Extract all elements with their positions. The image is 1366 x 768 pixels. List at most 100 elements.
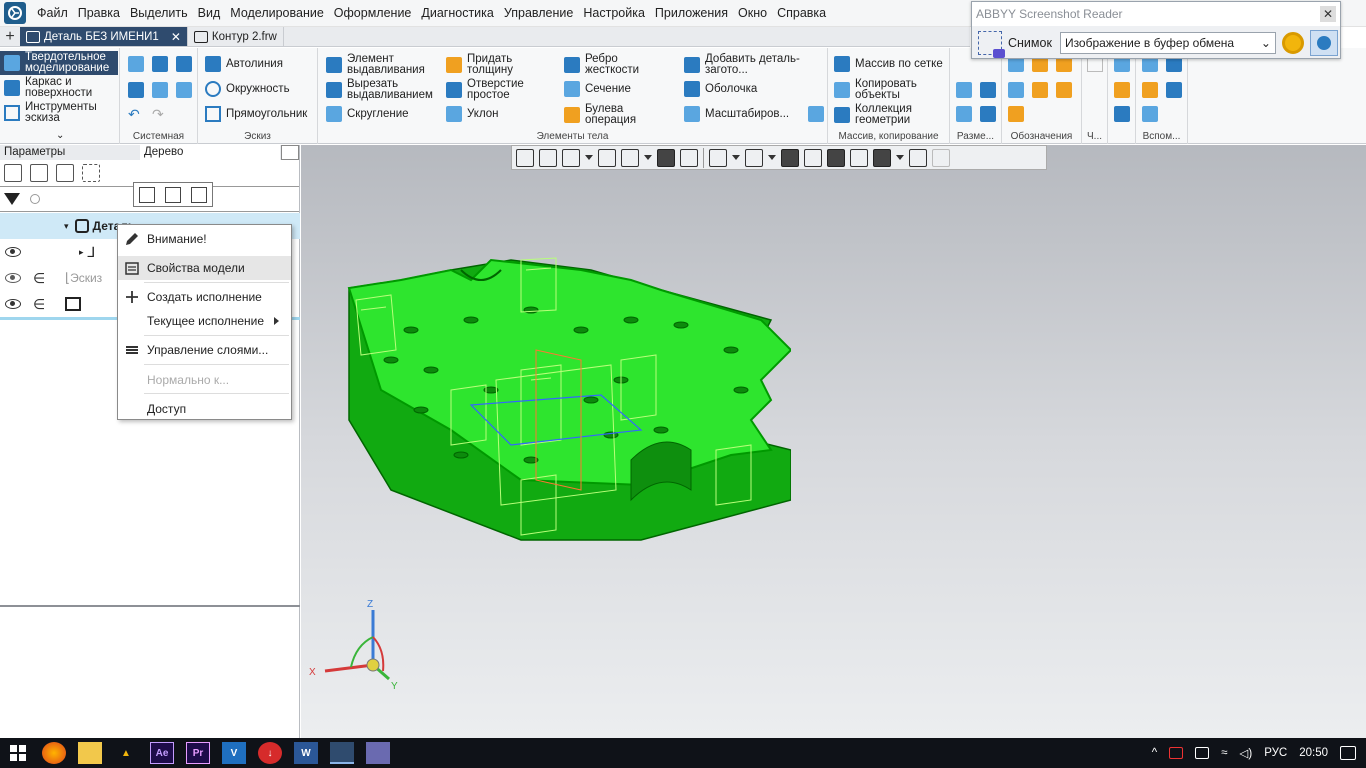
grid-icon[interactable] [516,148,534,167]
extrude-button[interactable]: Элемент выдавливания [326,53,438,76]
explorer-icon[interactable] [78,742,102,764]
filter-icon[interactable] [873,148,891,167]
snapshot-target-select[interactable]: Изображение в буфер обмена ⌄ [1059,31,1276,54]
cs-icon[interactable] [1166,82,1182,98]
hide-icon[interactable] [709,148,727,167]
app-icon[interactable]: ▲ [114,742,138,764]
hidden-eye-icon[interactable] [5,273,21,283]
tab-tree[interactable]: Дерево [140,145,280,160]
menu-view[interactable]: Вид [193,0,226,27]
grid-array-button[interactable]: Массив по сетке [834,56,943,72]
redo-icon[interactable]: ↷ [152,106,168,122]
delete-icon[interactable] [191,186,207,203]
preview-icon[interactable] [152,82,168,98]
radius-dimension-icon[interactable] [956,106,972,122]
wireframe-icon[interactable] [680,148,698,167]
menu-window[interactable]: Окно [733,0,772,27]
menu-diagnostics[interactable]: Диагностика [416,0,498,27]
gear-icon[interactable] [281,145,299,160]
download-icon[interactable]: ↓ [258,742,282,764]
tab-part[interactable]: Деталь БЕЗ ИМЕНИ1 ✕ [20,27,188,46]
part-model[interactable] [331,250,791,550]
menu-item-warning[interactable]: Внимание! [118,227,291,251]
mass-icon[interactable] [1114,82,1130,98]
new-file-icon[interactable] [128,56,144,72]
more-body-icon[interactable] [808,106,824,122]
menu-item-create-variant[interactable]: Создать исполнение [118,285,291,309]
check-icon[interactable] [1114,106,1130,122]
zoom-icon[interactable] [562,148,580,167]
eye-icon[interactable] [5,247,21,257]
draft-button[interactable]: Уклон [446,106,499,122]
battery-icon[interactable] [1195,747,1210,759]
filter-icon[interactable] [4,193,20,205]
close-icon[interactable]: ✕ [1320,6,1336,22]
diameter-dimension-icon[interactable] [980,106,996,122]
mode-surfaces[interactable]: Каркас и поверхности [0,76,118,100]
action-center-icon[interactable] [1340,746,1356,760]
section-view-icon[interactable] [804,148,822,167]
volume-icon[interactable]: ◁) [1240,746,1253,760]
open-folder-icon[interactable] [152,56,168,72]
question-edit-icon[interactable] [165,186,181,203]
snapshot-area-icon[interactable] [978,30,1005,58]
scale-button[interactable]: Масштабиров... [684,106,789,122]
rectangle-button[interactable]: Прямоугольник [205,106,307,122]
tree-structure-icon[interactable] [4,164,22,182]
panel-splitter[interactable] [0,605,300,607]
vegas-icon[interactable]: V [222,742,246,764]
menu-select[interactable]: Выделить [125,0,193,27]
eye-icon[interactable] [5,299,21,309]
menu-design[interactable]: Оформление [329,0,417,27]
menu-item-normal-to[interactable]: Нормально к... [118,368,291,392]
print-icon[interactable] [128,82,144,98]
3d-viewport[interactable]: Z X Y [301,145,1366,739]
orientation-icon[interactable] [539,148,557,167]
menu-manage[interactable]: Управление [499,0,579,27]
axis-triad[interactable]: Z X Y [301,595,421,695]
shell-button[interactable]: Оболочка [684,81,757,97]
weld-icon[interactable] [1056,82,1072,98]
clock[interactable]: 20:50 [1299,747,1328,759]
chevron-down-icon[interactable] [644,155,652,160]
show-icon[interactable] [745,148,763,167]
perspective-icon[interactable] [850,148,868,167]
chevron-down-icon[interactable] [768,155,776,160]
kompas-icon[interactable] [330,742,354,764]
after-effects-icon[interactable]: Ae [150,742,174,764]
chevron-down-icon[interactable]: ⌄ [56,130,64,141]
premiere-icon[interactable]: Pr [186,742,210,764]
tree-parts-icon[interactable] [56,164,74,182]
tab-parameters[interactable]: Параметры [0,145,140,160]
snap-icon[interactable] [909,148,927,167]
app-logo-icon[interactable] [4,2,26,24]
section-button[interactable]: Сечение [564,81,631,97]
shaded-icon[interactable] [657,148,675,167]
wifi-icon[interactable]: ≈ [1221,747,1227,759]
angle-dimension-icon[interactable] [980,82,996,98]
properties-icon[interactable] [139,186,155,203]
add-blank-button[interactable]: Добавить деталь-загото... [684,53,800,76]
add-tab-button[interactable]: + [0,27,20,46]
mode-sketch-tools[interactable]: Инструменты эскиза [0,101,118,125]
send-button[interactable] [1309,29,1338,56]
save-icon[interactable] [176,56,192,72]
tolerance-icon[interactable] [1008,82,1024,98]
word-icon[interactable]: W [294,742,318,764]
chevron-up-icon[interactable]: ^ [1152,747,1157,759]
notification-app-icon[interactable] [1169,747,1184,759]
pan-icon[interactable] [598,148,616,167]
menu-modeling[interactable]: Моделирование [225,0,329,27]
chevron-down-icon[interactable] [585,155,593,160]
properties-icon[interactable] [176,82,192,98]
menu-file[interactable]: Файл [32,0,73,27]
copy-objects-button[interactable]: Копировать объекты [834,78,950,101]
app2-icon[interactable] [366,742,390,764]
start-button[interactable] [0,738,36,768]
tab-contour[interactable]: Контур 2.frw [188,27,284,46]
gear-icon[interactable] [1281,31,1304,54]
camera-icon[interactable] [827,148,845,167]
expand-icon[interactable]: ▸ [79,247,84,258]
circle-button[interactable]: Окружность [205,81,290,97]
mark-icon[interactable] [1032,82,1048,98]
